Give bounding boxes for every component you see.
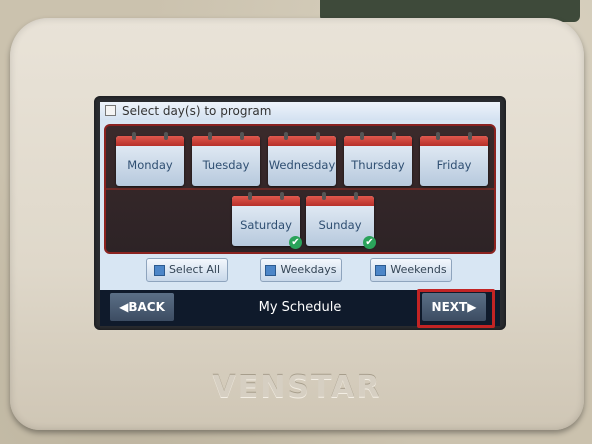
brand-logo: VENSTAR	[212, 370, 382, 405]
screen-title: My Schedule	[258, 300, 342, 315]
ring-icon	[322, 192, 326, 200]
back-button[interactable]: ◀BACK	[110, 293, 174, 321]
ring-icon	[164, 132, 168, 140]
ring-icon	[360, 132, 364, 140]
day-label: Monday	[127, 158, 173, 172]
title-bar: Select day(s) to program	[100, 102, 500, 120]
day-label: Tuesday	[202, 158, 250, 172]
ring-icon	[354, 192, 358, 200]
button-label: Weekdays	[280, 263, 337, 276]
days-panel: Monday Tuesday Wednesday Thursday Friday	[104, 124, 496, 254]
ring-icon	[248, 192, 252, 200]
window-icon	[105, 105, 116, 116]
day-tuesday[interactable]: Tuesday	[192, 132, 260, 186]
ring-icon	[240, 132, 244, 140]
checkmark-icon: ✔	[363, 236, 376, 249]
day-label: Thursday	[351, 158, 405, 172]
button-label: Weekends	[390, 263, 447, 276]
day-monday[interactable]: Monday	[116, 132, 184, 186]
calendar-header	[232, 196, 300, 206]
checkmark-icon: ✔	[289, 236, 302, 249]
ring-icon	[284, 132, 288, 140]
weekdays-button[interactable]: Weekdays	[260, 258, 342, 282]
ring-icon	[280, 192, 284, 200]
day-label: Saturday	[240, 218, 292, 232]
day-friday[interactable]: Friday	[420, 132, 488, 186]
day-sunday[interactable]: Sunday ✔	[306, 192, 376, 249]
ring-icon	[208, 132, 212, 140]
calendar-header	[192, 136, 260, 146]
day-label: Wednesday	[268, 158, 336, 172]
button-label: Select All	[168, 263, 221, 276]
ring-icon	[132, 132, 136, 140]
calendar-header	[306, 196, 374, 206]
page-title: Select day(s) to program	[122, 104, 272, 118]
next-highlight-box	[417, 289, 495, 328]
select-all-button[interactable]: Select All	[146, 258, 228, 282]
ring-icon	[392, 132, 396, 140]
calendar-header	[116, 136, 184, 146]
day-label: Sunday	[318, 218, 362, 232]
quick-select-row: Select All Weekdays Weekends	[100, 254, 500, 284]
calendar-icon	[153, 264, 165, 276]
ring-icon	[436, 132, 440, 140]
day-saturday[interactable]: Saturday ✔	[232, 192, 302, 249]
calendar-header	[420, 136, 488, 146]
calendar-icon	[265, 264, 277, 276]
calendar-header	[268, 136, 336, 146]
ring-icon	[316, 132, 320, 140]
day-label: Friday	[436, 158, 472, 172]
weekends-button[interactable]: Weekends	[370, 258, 452, 282]
day-thursday[interactable]: Thursday	[344, 132, 412, 186]
ring-icon	[468, 132, 472, 140]
calendar-icon	[375, 264, 387, 276]
calendar-header	[344, 136, 412, 146]
divider	[106, 188, 494, 190]
day-wednesday[interactable]: Wednesday	[268, 132, 336, 186]
